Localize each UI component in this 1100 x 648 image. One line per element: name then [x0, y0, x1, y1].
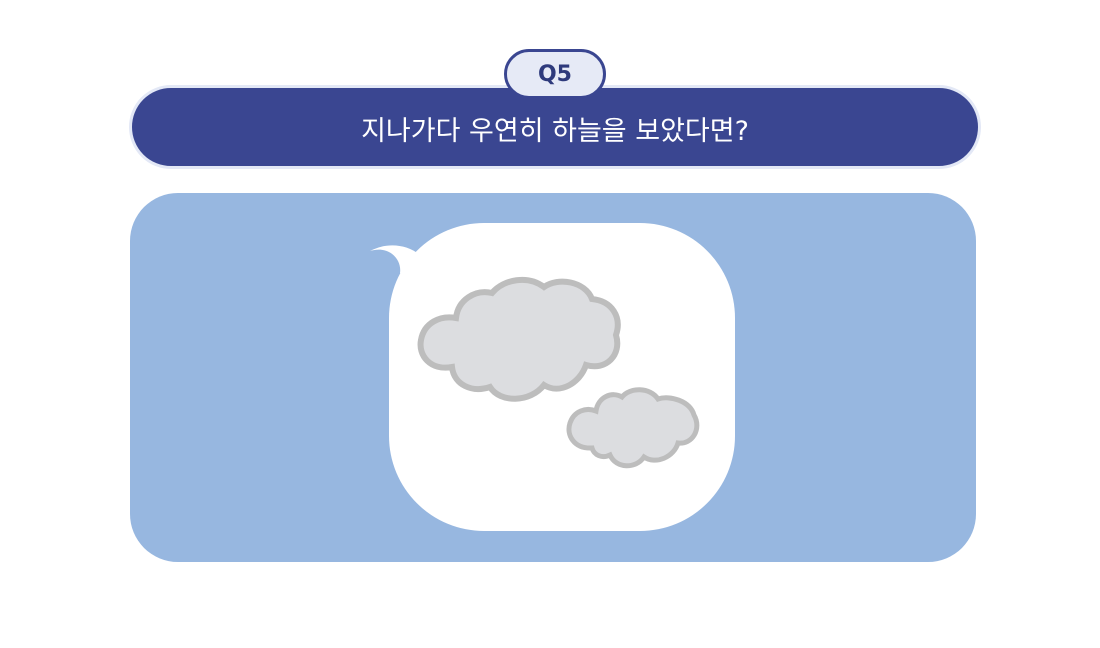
question-text: 지나가다 우연히 하늘을 보았다면? [361, 115, 749, 147]
question-number-badge: Q5 [504, 49, 606, 99]
speech-bubble-illustration [370, 223, 735, 531]
quiz-card: Q5 지나가다 우연히 하늘을 보았다면? [0, 0, 1100, 648]
